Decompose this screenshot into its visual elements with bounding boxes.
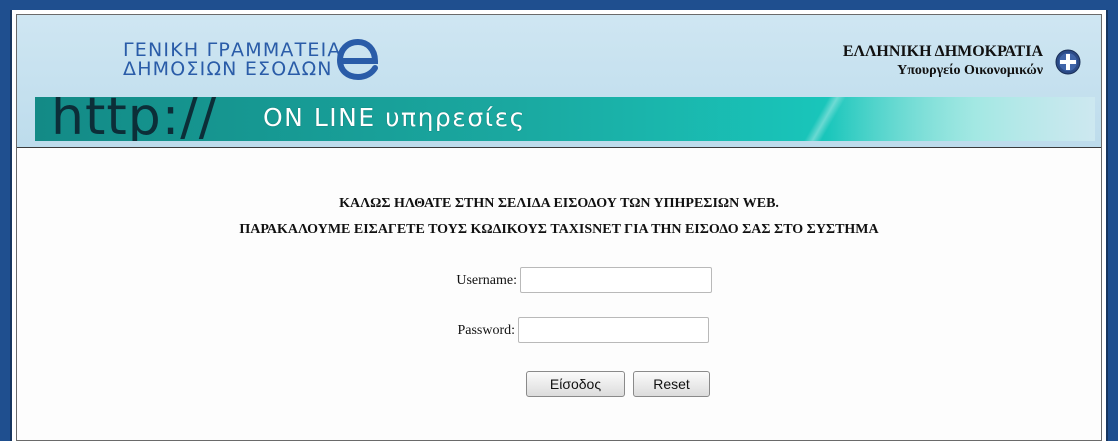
login-button[interactable]: Είσοδος xyxy=(526,371,625,397)
agency-name-line2: ΔΗΜΟΣΙΩΝ ΕΣΟΔΩΝ xyxy=(123,58,333,80)
password-row: Password: xyxy=(417,317,515,347)
page-container: ΓΕΝΙΚΗ ΓΡΑΜΜΑΤΕΙΑ ΔΗΜΟΣΙΩΝ ΕΣΟΔΩΝ ΕΛΛΗΝΙ… xyxy=(16,14,1102,441)
welcome-line1: ΚΑΛΩΣ ΗΛΘΑΤΕ ΣΤΗΝ ΣΕΛΙΔΑ ΕΙΣΟΔΟΥ ΤΩΝ ΥΠΗ… xyxy=(339,196,779,211)
agency-name: ΓΕΝΙΚΗ ΓΡΑΜΜΑΤΕΙΑ ΔΗΜΟΣΙΩΝ ΕΣΟΔΩΝ xyxy=(123,41,342,79)
password-label: Password: xyxy=(457,323,515,338)
reset-button[interactable]: Reset xyxy=(633,371,710,397)
username-label: Username: xyxy=(456,273,517,288)
banner-fade xyxy=(825,97,1095,141)
welcome-message: ΚΑΛΩΣ ΗΛΘΑΤΕ ΣΤΗΝ ΣΕΛΙΔΑ ΕΙΣΟΔΟΥ ΤΩΝ ΥΠΗ… xyxy=(17,191,1101,243)
username-input[interactable] xyxy=(520,267,712,293)
username-row: Username: xyxy=(417,267,517,297)
welcome-line2: ΠΑΡΑΚΑΛΟΥΜΕ ΕΙΣΑΓΕΤΕ ΤΟΥΣ ΚΩΔΙΚΟΥΣ TAXIS… xyxy=(239,222,879,237)
site-header: ΓΕΝΙΚΗ ΓΡΑΜΜΑΤΕΙΑ ΔΗΜΟΣΙΩΝ ΕΣΟΔΩΝ ΕΛΛΗΝΙ… xyxy=(17,15,1101,148)
republic-name: ΕΛΛΗΝΙΚΗ ΔΗΜΟΚΡΑΤΙΑ xyxy=(842,43,1043,60)
online-services-banner: http:// ON LINE υπηρεσίες xyxy=(35,97,1095,141)
ministry-name: Υπουργείο Οικονομικών xyxy=(897,63,1043,78)
password-input[interactable] xyxy=(518,317,709,343)
greek-emblem-icon xyxy=(1055,49,1081,75)
e-logo-icon xyxy=(336,38,379,81)
banner-tagline: ON LINE υπηρεσίες xyxy=(263,103,526,132)
banner-http-text: http:// xyxy=(51,97,218,141)
republic-title: ΕΛΛΗΝΙΚΗ ΔΗΜΟΚΡΑΤΙΑ Υπουργείο Οικονομικώ… xyxy=(843,42,1043,80)
page-frame: ΓΕΝΙΚΗ ΓΡΑΜΜΑΤΕΙΑ ΔΗΜΟΣΙΩΝ ΕΣΟΔΩΝ ΕΛΛΗΝΙ… xyxy=(10,10,1108,441)
